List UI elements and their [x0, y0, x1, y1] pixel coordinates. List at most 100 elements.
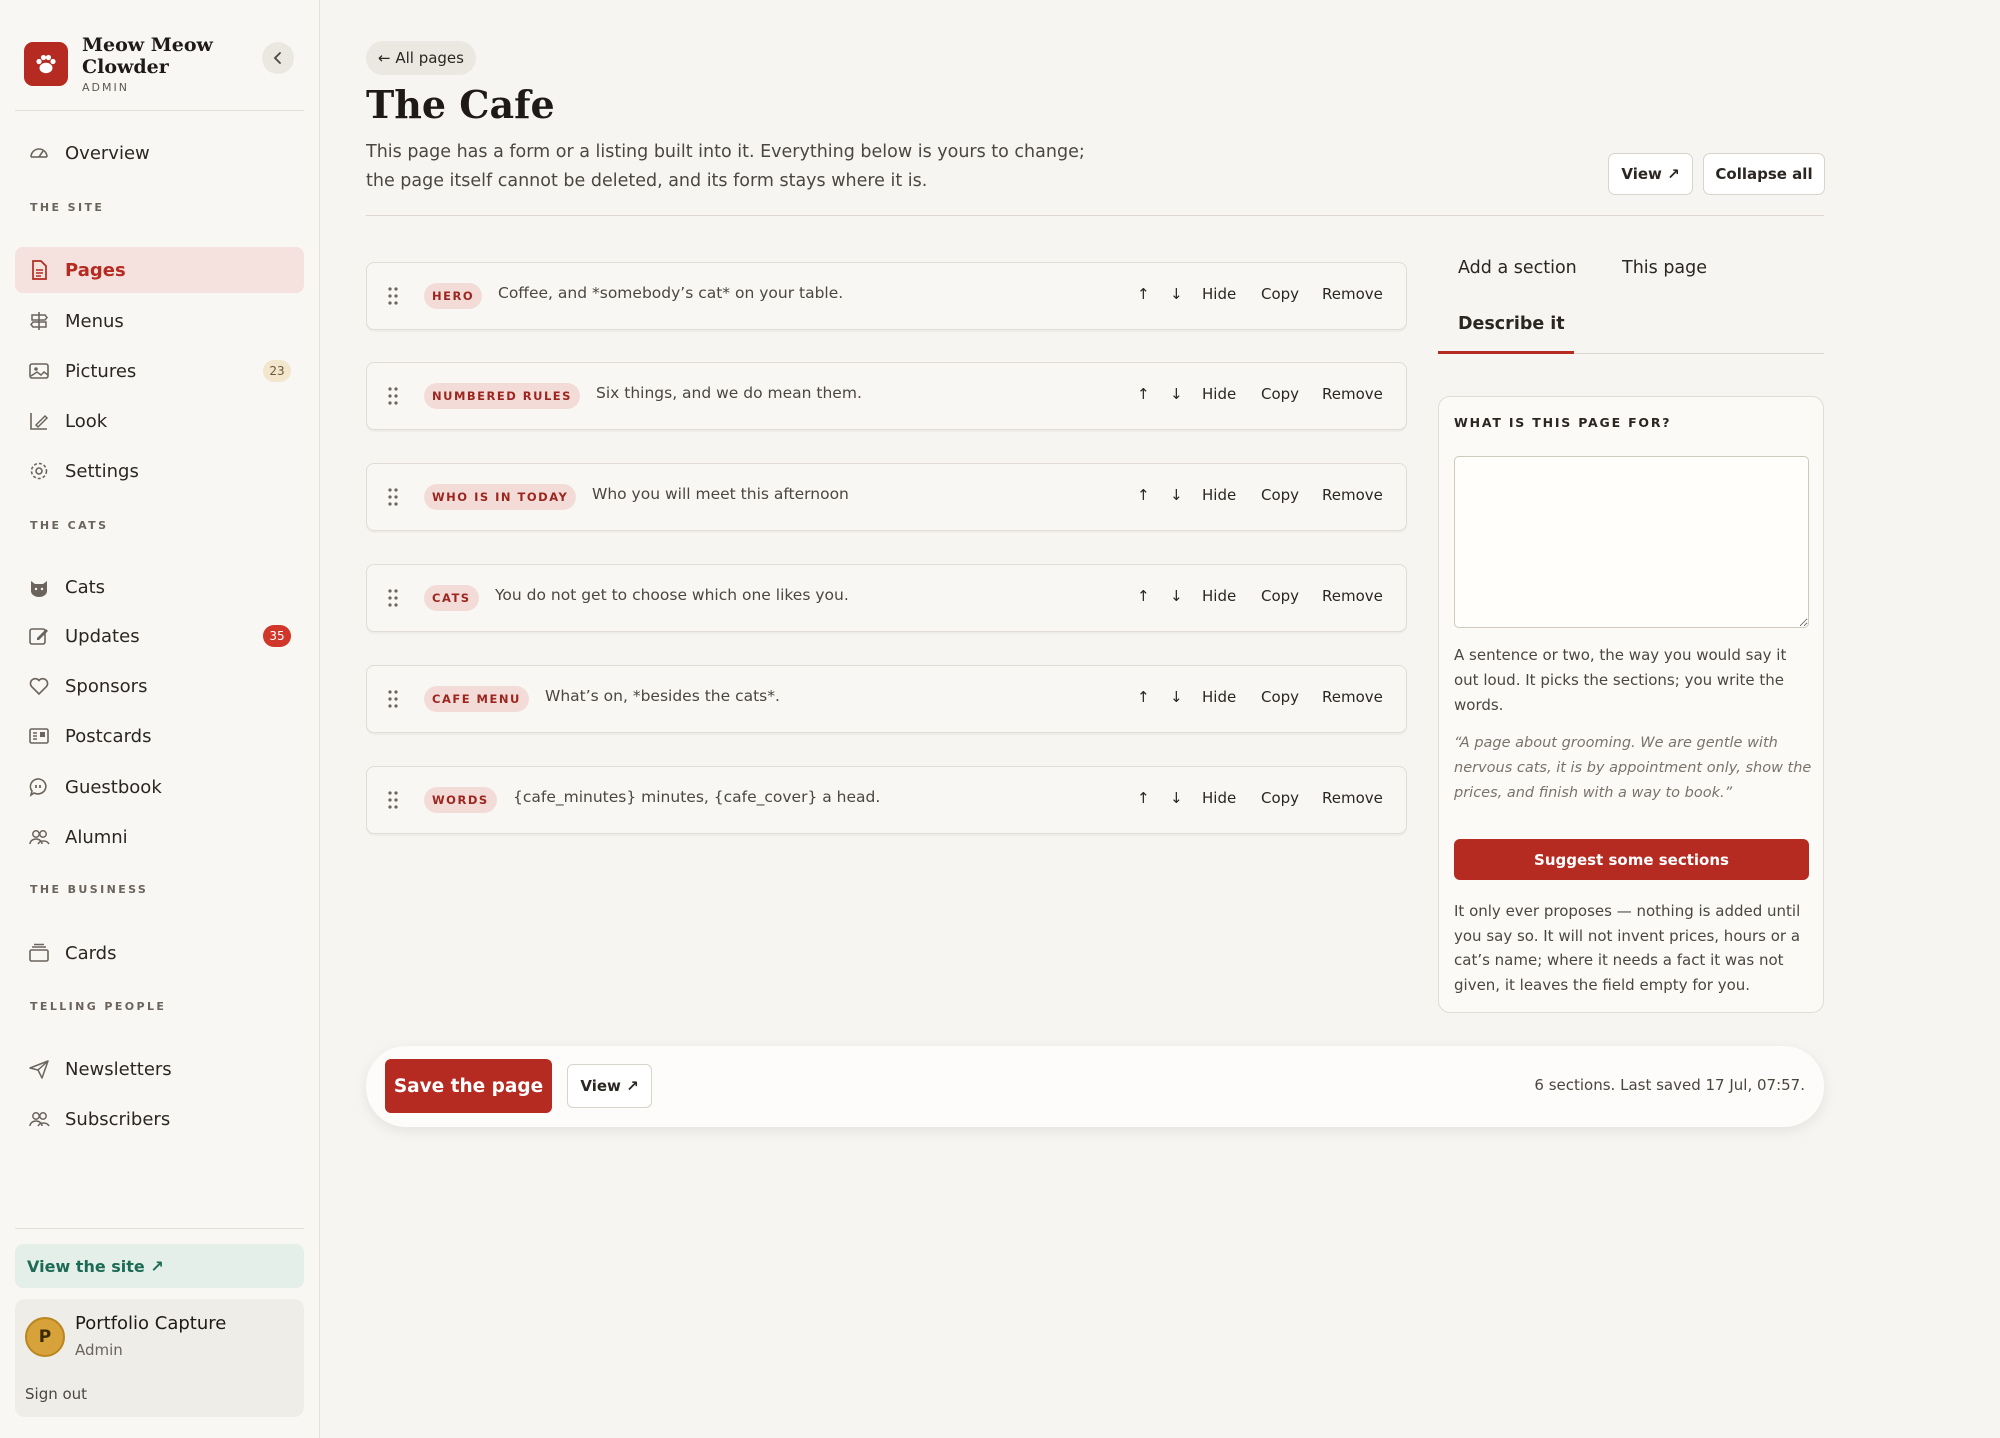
save-bar-view-button[interactable]: View ↗	[567, 1064, 652, 1108]
hide-section-button[interactable]: Hide	[1202, 587, 1236, 605]
sidebar-item-look[interactable]: Look	[15, 398, 304, 444]
sidebar-item-alumni[interactable]: Alumni	[15, 814, 304, 860]
hide-section-button[interactable]: Hide	[1202, 385, 1236, 403]
sidebar-item-cats[interactable]: Cats	[15, 564, 304, 610]
section-row[interactable]: NUMBERED RULES Six things, and we do mean…	[366, 362, 1407, 430]
remove-section-button[interactable]: Remove	[1322, 789, 1383, 807]
section-row[interactable]: HERO Coffee, and *somebody’s cat* on your…	[366, 262, 1407, 330]
move-up-button[interactable]: ↑	[1137, 385, 1150, 403]
section-summary[interactable]: You do not get to choose which one likes…	[495, 586, 849, 604]
drag-handle-icon[interactable]	[387, 285, 399, 307]
save-page-button[interactable]: Save the page	[385, 1059, 552, 1113]
move-down-button[interactable]: ↓	[1170, 486, 1183, 504]
collapse-all-button[interactable]: Collapse all	[1703, 153, 1825, 195]
tab-add-section[interactable]: Add a section	[1458, 258, 1577, 278]
section-summary[interactable]: Coffee, and *somebody’s cat* on your tab…	[498, 284, 843, 302]
remove-section-button[interactable]: Remove	[1322, 688, 1383, 706]
sidebar-item-subscribers[interactable]: Subscribers	[15, 1096, 304, 1142]
section-row[interactable]: CATS You do not get to choose which one l…	[366, 564, 1407, 632]
sidebar-item-label: Look	[65, 410, 108, 432]
suggest-sections-button[interactable]: Suggest some sections	[1454, 839, 1809, 880]
postcard-icon	[27, 724, 51, 748]
collapse-sidebar-button[interactable]	[262, 42, 294, 74]
gauge-icon	[27, 141, 51, 165]
save-status: 6 sections. Last saved 17 Jul, 07:57.	[1534, 1076, 1805, 1094]
hide-section-button[interactable]: Hide	[1202, 486, 1236, 504]
drag-handle-icon[interactable]	[387, 486, 399, 508]
brand[interactable]: Meow Meow Clowder ADMIN	[24, 34, 232, 94]
sidebar-item-guestbook[interactable]: Guestbook	[15, 764, 304, 810]
remove-section-button[interactable]: Remove	[1322, 486, 1383, 504]
copy-section-button[interactable]: Copy	[1261, 688, 1299, 706]
section-row[interactable]: WORDS {cafe_minutes} minutes, {cafe_cover…	[366, 766, 1407, 834]
sidebar-item-menus[interactable]: Menus	[15, 298, 304, 344]
remove-section-button[interactable]: Remove	[1322, 587, 1383, 605]
sidebar-divider	[15, 1228, 304, 1229]
section-label-cats: THE CATS	[30, 519, 109, 532]
section-summary[interactable]: Who you will meet this afternoon	[592, 485, 849, 503]
move-down-button[interactable]: ↓	[1170, 285, 1183, 303]
move-down-button[interactable]: ↓	[1170, 789, 1183, 807]
section-row[interactable]: WHO IS IN TODAY Who you will meet this af…	[366, 463, 1407, 531]
sign-out-link[interactable]: Sign out	[25, 1385, 87, 1403]
sidebar-item-cards[interactable]: Cards	[15, 930, 304, 976]
hide-section-button[interactable]: Hide	[1202, 285, 1236, 303]
brand-role: ADMIN	[82, 81, 129, 94]
sidebar-item-label: Newsletters	[65, 1058, 172, 1080]
remove-section-button[interactable]: Remove	[1322, 385, 1383, 403]
sidebar-item-pages[interactable]: Pages	[15, 247, 304, 293]
sidebar-item-settings[interactable]: Settings	[15, 448, 304, 494]
move-up-button[interactable]: ↑	[1137, 587, 1150, 605]
sidebar-item-overview[interactable]: Overview	[15, 130, 304, 176]
move-down-button[interactable]: ↓	[1170, 587, 1183, 605]
all-pages-link[interactable]: ← All pages	[366, 41, 476, 75]
hide-section-button[interactable]: Hide	[1202, 789, 1236, 807]
sidebar-item-newsletters[interactable]: Newsletters	[15, 1046, 304, 1092]
move-down-button[interactable]: ↓	[1170, 688, 1183, 706]
move-up-button[interactable]: ↑	[1137, 285, 1150, 303]
move-up-button[interactable]: ↑	[1137, 486, 1150, 504]
page-purpose-help: A sentence or two, the way you would say…	[1454, 646, 1787, 714]
tab-describe-it[interactable]: Describe it	[1458, 314, 1565, 334]
copy-section-button[interactable]: Copy	[1261, 486, 1299, 504]
section-summary[interactable]: Six things, and we do mean them.	[596, 384, 862, 402]
section-row[interactable]: CAFE MENU What’s on, *besides the cats*. ↑…	[366, 665, 1407, 733]
sidebar-item-label: Pictures	[65, 360, 137, 382]
sidebar-item-label: Postcards	[65, 725, 152, 747]
section-summary[interactable]: {cafe_minutes} minutes, {cafe_cover} a h…	[513, 788, 880, 806]
tab-this-page[interactable]: This page	[1622, 258, 1707, 278]
drag-handle-icon[interactable]	[387, 789, 399, 811]
people-icon	[27, 825, 51, 849]
drag-handle-icon[interactable]	[387, 587, 399, 609]
page-purpose-textarea[interactable]	[1454, 456, 1809, 628]
page-purpose-example: “A page about grooming. We are gentle wi…	[1454, 735, 1812, 801]
user-card: P Portfolio Capture Admin Sign out	[15, 1299, 304, 1417]
user-role: Admin	[75, 1341, 123, 1359]
sidebar-item-label: Cards	[65, 942, 117, 964]
drag-handle-icon[interactable]	[387, 688, 399, 710]
sidebar-item-label: Updates	[65, 625, 140, 647]
copy-section-button[interactable]: Copy	[1261, 385, 1299, 403]
move-up-button[interactable]: ↑	[1137, 789, 1150, 807]
paper-plane-icon	[27, 1057, 51, 1081]
view-site-link[interactable]: View the site ↗	[15, 1244, 304, 1288]
move-up-button[interactable]: ↑	[1137, 688, 1150, 706]
sidebar-item-updates[interactable]: Updates 35	[15, 613, 304, 659]
cat-icon	[27, 575, 51, 599]
copy-section-button[interactable]: Copy	[1261, 587, 1299, 605]
move-down-button[interactable]: ↓	[1170, 385, 1183, 403]
copy-section-button[interactable]: Copy	[1261, 285, 1299, 303]
section-summary[interactable]: What’s on, *besides the cats*.	[545, 687, 780, 705]
sidebar-item-sponsors[interactable]: Sponsors	[15, 663, 304, 709]
hide-section-button[interactable]: Hide	[1202, 688, 1236, 706]
copy-section-button[interactable]: Copy	[1261, 789, 1299, 807]
view-page-button[interactable]: View ↗	[1608, 153, 1693, 195]
save-bar: Save the page View ↗ 6 sections. Last sa…	[366, 1046, 1824, 1127]
updates-count-badge: 35	[263, 625, 291, 647]
drag-handle-icon[interactable]	[387, 385, 399, 407]
sidebar-item-pictures[interactable]: Pictures 23	[15, 348, 304, 394]
sidebar-item-label: Sponsors	[65, 675, 148, 697]
speech-bubble-icon	[27, 775, 51, 799]
sidebar-item-postcards[interactable]: Postcards	[15, 713, 304, 759]
remove-section-button[interactable]: Remove	[1322, 285, 1383, 303]
